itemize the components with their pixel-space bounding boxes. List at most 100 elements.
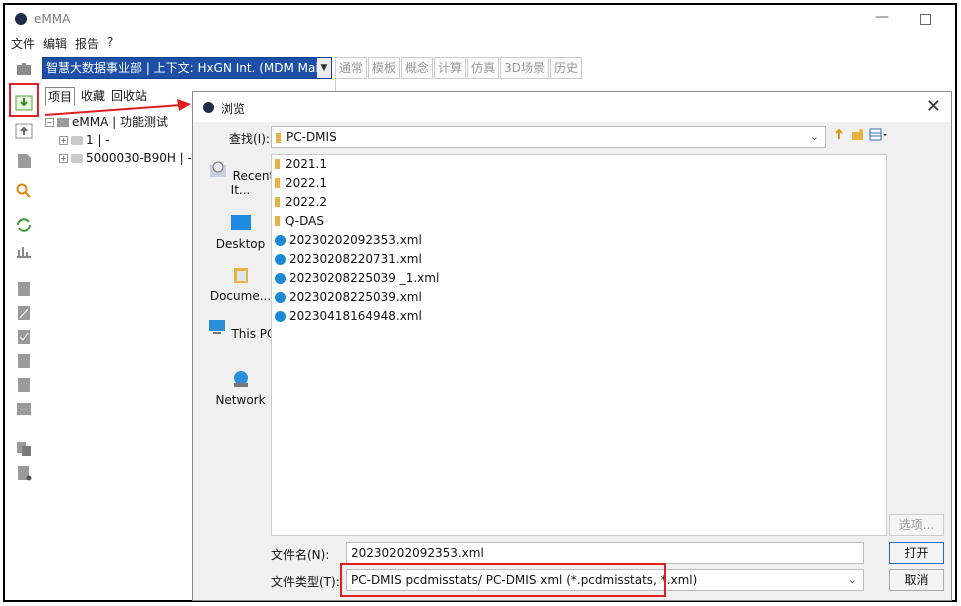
file-name: 20230418164948.xml (289, 309, 422, 323)
part-icon (71, 154, 83, 163)
app-logo-icon (15, 13, 27, 25)
list-item[interactable]: 20230202092353.xml (275, 231, 422, 249)
file-name: 20230202092353.xml (289, 233, 422, 247)
dialog-title-bar: 浏览 ✕ (193, 92, 951, 122)
desktop-icon (230, 215, 251, 230)
file-name-label: 文件名(N): (271, 548, 330, 562)
search-icon[interactable] (15, 183, 33, 199)
place-label: Network (215, 393, 266, 407)
chart-icon[interactable] (15, 243, 33, 259)
list-item[interactable]: 20230208220731.xml (275, 250, 422, 268)
page-check-icon[interactable] (15, 329, 33, 345)
menu-report[interactable]: 报告 (75, 35, 99, 53)
place-label: This PC (231, 327, 276, 341)
folder-icon (275, 159, 280, 169)
file-list[interactable]: 2021.1 2022.1 2022.2 Q-DAS 2023020209235… (271, 154, 887, 536)
file-name-input[interactable]: 20230202092353.xml (346, 542, 864, 564)
place-label: Recent It... (230, 169, 275, 197)
place-this-pc[interactable]: This PC (203, 318, 278, 341)
chevron-down-icon[interactable]: ⌄ (848, 570, 857, 590)
view-menu-icon[interactable] (869, 128, 889, 141)
tab-3d-scene[interactable]: 3D场景 (500, 57, 549, 79)
dialog-logo-icon (203, 102, 214, 113)
list-item[interactable]: Q-DAS (275, 212, 324, 230)
browse-dialog: 浏览 ✕ 查找(I): PC-DMIS ⌄ Recent It... Deskt… (192, 91, 952, 601)
page-note-icon[interactable] (15, 377, 33, 393)
expand-icon[interactable]: + (59, 136, 68, 145)
tab-template[interactable]: 模板 (368, 57, 401, 79)
xml-file-icon (275, 235, 286, 246)
dialog-title: 浏览 (221, 102, 246, 116)
page-icon[interactable] (15, 281, 33, 297)
place-label: Desktop (215, 237, 266, 251)
file-type-label: 文件类型(T): (271, 575, 340, 589)
dialog-nav-toolbar (833, 128, 889, 141)
this-pc-icon (208, 320, 225, 334)
document-icon[interactable] (15, 153, 33, 169)
folder-icon (276, 133, 281, 143)
list-item[interactable]: 20230418164948.xml (275, 307, 422, 325)
tree-node-label: 5000030-B90H | - (86, 151, 192, 165)
file-type-highlight-box (340, 563, 666, 597)
gear-page-icon[interactable] (15, 401, 33, 417)
copy-icon[interactable] (15, 441, 33, 457)
tab-simulation[interactable]: 仿真 (467, 57, 500, 79)
place-recent[interactable]: Recent It... (203, 160, 278, 197)
title-bar: eMMA — (5, 5, 955, 35)
look-in-label: 查找(I): (229, 132, 270, 146)
menu-help[interactable]: ? (107, 35, 113, 53)
file-name: 20230208220731.xml (289, 252, 422, 266)
file-name: Q-DAS (285, 214, 324, 228)
import-highlight-box (9, 83, 39, 117)
folder-icon (275, 178, 280, 188)
list-item[interactable]: 2021.1 (275, 155, 327, 173)
folder-icon (275, 216, 280, 226)
list-item[interactable]: 2022.1 (275, 174, 327, 192)
tree-node[interactable]: +1 | - (45, 131, 190, 149)
file-name: 2021.1 (285, 157, 327, 171)
place-network[interactable]: Network (203, 370, 278, 407)
tab-calculate[interactable]: 计算 (434, 57, 467, 79)
menu-edit[interactable]: 编辑 (43, 35, 67, 53)
part-icon (71, 136, 83, 145)
list-item[interactable]: 2022.2 (275, 193, 327, 211)
look-in-value: PC-DMIS (286, 130, 337, 144)
look-in-select[interactable]: PC-DMIS ⌄ (271, 126, 826, 148)
place-label: Docume... (209, 289, 272, 303)
refresh-icon[interactable] (15, 217, 33, 233)
report-icon[interactable] (15, 465, 33, 481)
open-button[interactable]: 打开 (889, 542, 944, 564)
chevron-down-icon[interactable]: ▼ (317, 58, 331, 78)
maximize-button[interactable] (920, 14, 931, 25)
file-name: 20230208225039 _1.xml (289, 271, 440, 285)
menu-bar: 文件 编辑 报告 ? (11, 35, 113, 53)
file-name: 2022.2 (285, 195, 327, 209)
tab-general[interactable]: 通常 (335, 57, 368, 79)
place-desktop[interactable]: Desktop (203, 214, 278, 251)
page-edit-icon[interactable] (15, 305, 33, 321)
close-icon[interactable]: ✕ (926, 96, 941, 117)
tab-concept[interactable]: 概念 (401, 57, 434, 79)
minimize-button[interactable]: — (875, 9, 889, 25)
context-selector[interactable]: 智慧大数据事业部 | 上下文: HxGN Int. (MDM Main... ▼ (42, 57, 332, 79)
list-item[interactable]: 20230208225039 _1.xml (275, 269, 439, 287)
left-toolbar (11, 55, 39, 595)
xml-file-icon (275, 273, 286, 284)
options-button[interactable]: 选项... (889, 514, 944, 536)
documents-icon (233, 268, 248, 283)
export-icon[interactable] (15, 123, 33, 139)
page-list-icon[interactable] (15, 353, 33, 369)
app-window: eMMA — 文件 编辑 报告 ? 智慧大数据事业部 | 上下文: HxGN I… (3, 3, 957, 602)
chevron-down-icon[interactable]: ⌄ (810, 130, 819, 143)
cancel-button[interactable]: 取消 (889, 569, 944, 591)
tree-node-label: 1 | - (86, 133, 110, 147)
place-documents[interactable]: Docume... (203, 266, 278, 303)
menu-file[interactable]: 文件 (11, 35, 35, 53)
up-folder-icon[interactable] (833, 128, 846, 141)
list-item[interactable]: 20230208225039.xml (275, 288, 422, 306)
tab-history[interactable]: 历史 (549, 57, 582, 79)
tree-node[interactable]: +5000030-B90H | - (45, 149, 192, 167)
expand-icon[interactable]: + (59, 154, 68, 163)
new-folder-icon[interactable] (851, 128, 864, 141)
puzzle-icon[interactable] (15, 61, 33, 77)
